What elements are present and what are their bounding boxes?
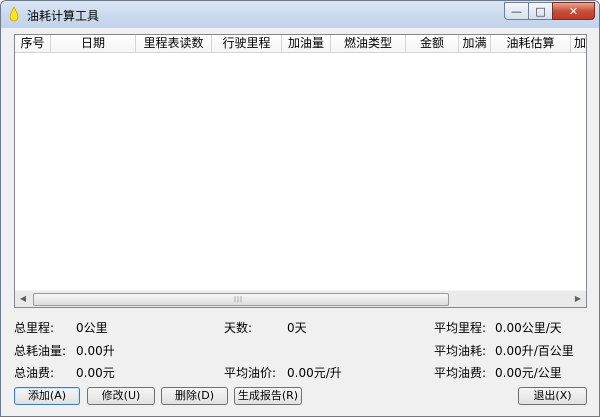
edit-button[interactable]: 修改(U) bbox=[87, 387, 155, 405]
avg-cost-label: 平均油费: bbox=[434, 366, 487, 380]
avg-mileage-value: 0.00公里/天 bbox=[495, 321, 562, 335]
fuel-record-table[interactable]: 序号 日期 里程表读数 行驶里程 加油量 燃油类型 金额 加满 油耗估算 加 ◀… bbox=[14, 34, 587, 308]
minimize-icon: — bbox=[511, 4, 522, 18]
maximize-button[interactable]: □ bbox=[528, 2, 553, 20]
scroll-right-arrow[interactable]: ▶ bbox=[570, 291, 586, 307]
column-header[interactable]: 加满 bbox=[459, 35, 491, 52]
total-fuel-label: 总耗油量: bbox=[14, 344, 67, 358]
avg-price-label: 平均油价: bbox=[224, 366, 277, 380]
fuel-drop-icon bbox=[9, 6, 19, 22]
total-mileage-label: 总里程: bbox=[14, 321, 55, 335]
window-title: 油耗计算工具 bbox=[27, 9, 100, 23]
column-header[interactable]: 序号 bbox=[15, 35, 51, 52]
add-button[interactable]: 添加(A) bbox=[14, 387, 80, 405]
days-value: 0天 bbox=[287, 321, 307, 335]
total-fuel-value: 0.00升 bbox=[76, 344, 115, 358]
avg-consumption-label: 平均油耗: bbox=[434, 344, 487, 358]
total-mileage-value: 0公里 bbox=[76, 321, 108, 335]
exit-button[interactable]: 退出(X) bbox=[518, 387, 587, 405]
scroll-left-arrow[interactable]: ◀ bbox=[15, 291, 31, 307]
main-window: 油耗计算工具 — □ ✕ 序号 日期 里程表读数 行驶里程 加油量 燃油类型 金… bbox=[0, 0, 600, 417]
column-header[interactable]: 金额 bbox=[406, 35, 459, 52]
total-cost-value: 0.00元 bbox=[76, 366, 115, 380]
avg-price-value: 0.00元/升 bbox=[287, 366, 342, 380]
horizontal-scrollbar[interactable]: ◀ ||| ▶ bbox=[15, 290, 586, 307]
scroll-grip-icon: ||| bbox=[234, 296, 244, 303]
maximize-icon: □ bbox=[535, 4, 546, 18]
column-header[interactable]: 加油量 bbox=[282, 35, 331, 52]
column-header[interactable]: 油耗估算 bbox=[491, 35, 571, 52]
column-header[interactable]: 行驶里程 bbox=[212, 35, 282, 52]
table-header: 序号 日期 里程表读数 行驶里程 加油量 燃油类型 金额 加满 油耗估算 加 bbox=[15, 35, 586, 53]
avg-mileage-label: 平均里程: bbox=[434, 321, 487, 335]
minimize-button[interactable]: — bbox=[504, 2, 529, 20]
close-button[interactable]: ✕ bbox=[552, 2, 595, 20]
avg-cost-value: 0.00元/公里 bbox=[495, 366, 562, 380]
column-header[interactable]: 加 bbox=[571, 35, 586, 52]
close-icon: ✕ bbox=[568, 4, 579, 18]
avg-consumption-value: 0.00升/百公里 bbox=[495, 344, 574, 358]
column-header[interactable]: 里程表读数 bbox=[136, 35, 212, 52]
total-cost-label: 总油费: bbox=[14, 366, 55, 380]
column-header[interactable]: 燃油类型 bbox=[331, 35, 406, 52]
days-label: 天数: bbox=[224, 321, 253, 335]
column-header[interactable]: 日期 bbox=[51, 35, 136, 52]
generate-report-button[interactable]: 生成报告(R) bbox=[234, 387, 302, 405]
title-bar[interactable]: 油耗计算工具 — □ ✕ bbox=[1, 1, 599, 28]
scroll-thumb[interactable]: ||| bbox=[33, 293, 449, 306]
delete-button[interactable]: 删除(D) bbox=[161, 387, 228, 405]
